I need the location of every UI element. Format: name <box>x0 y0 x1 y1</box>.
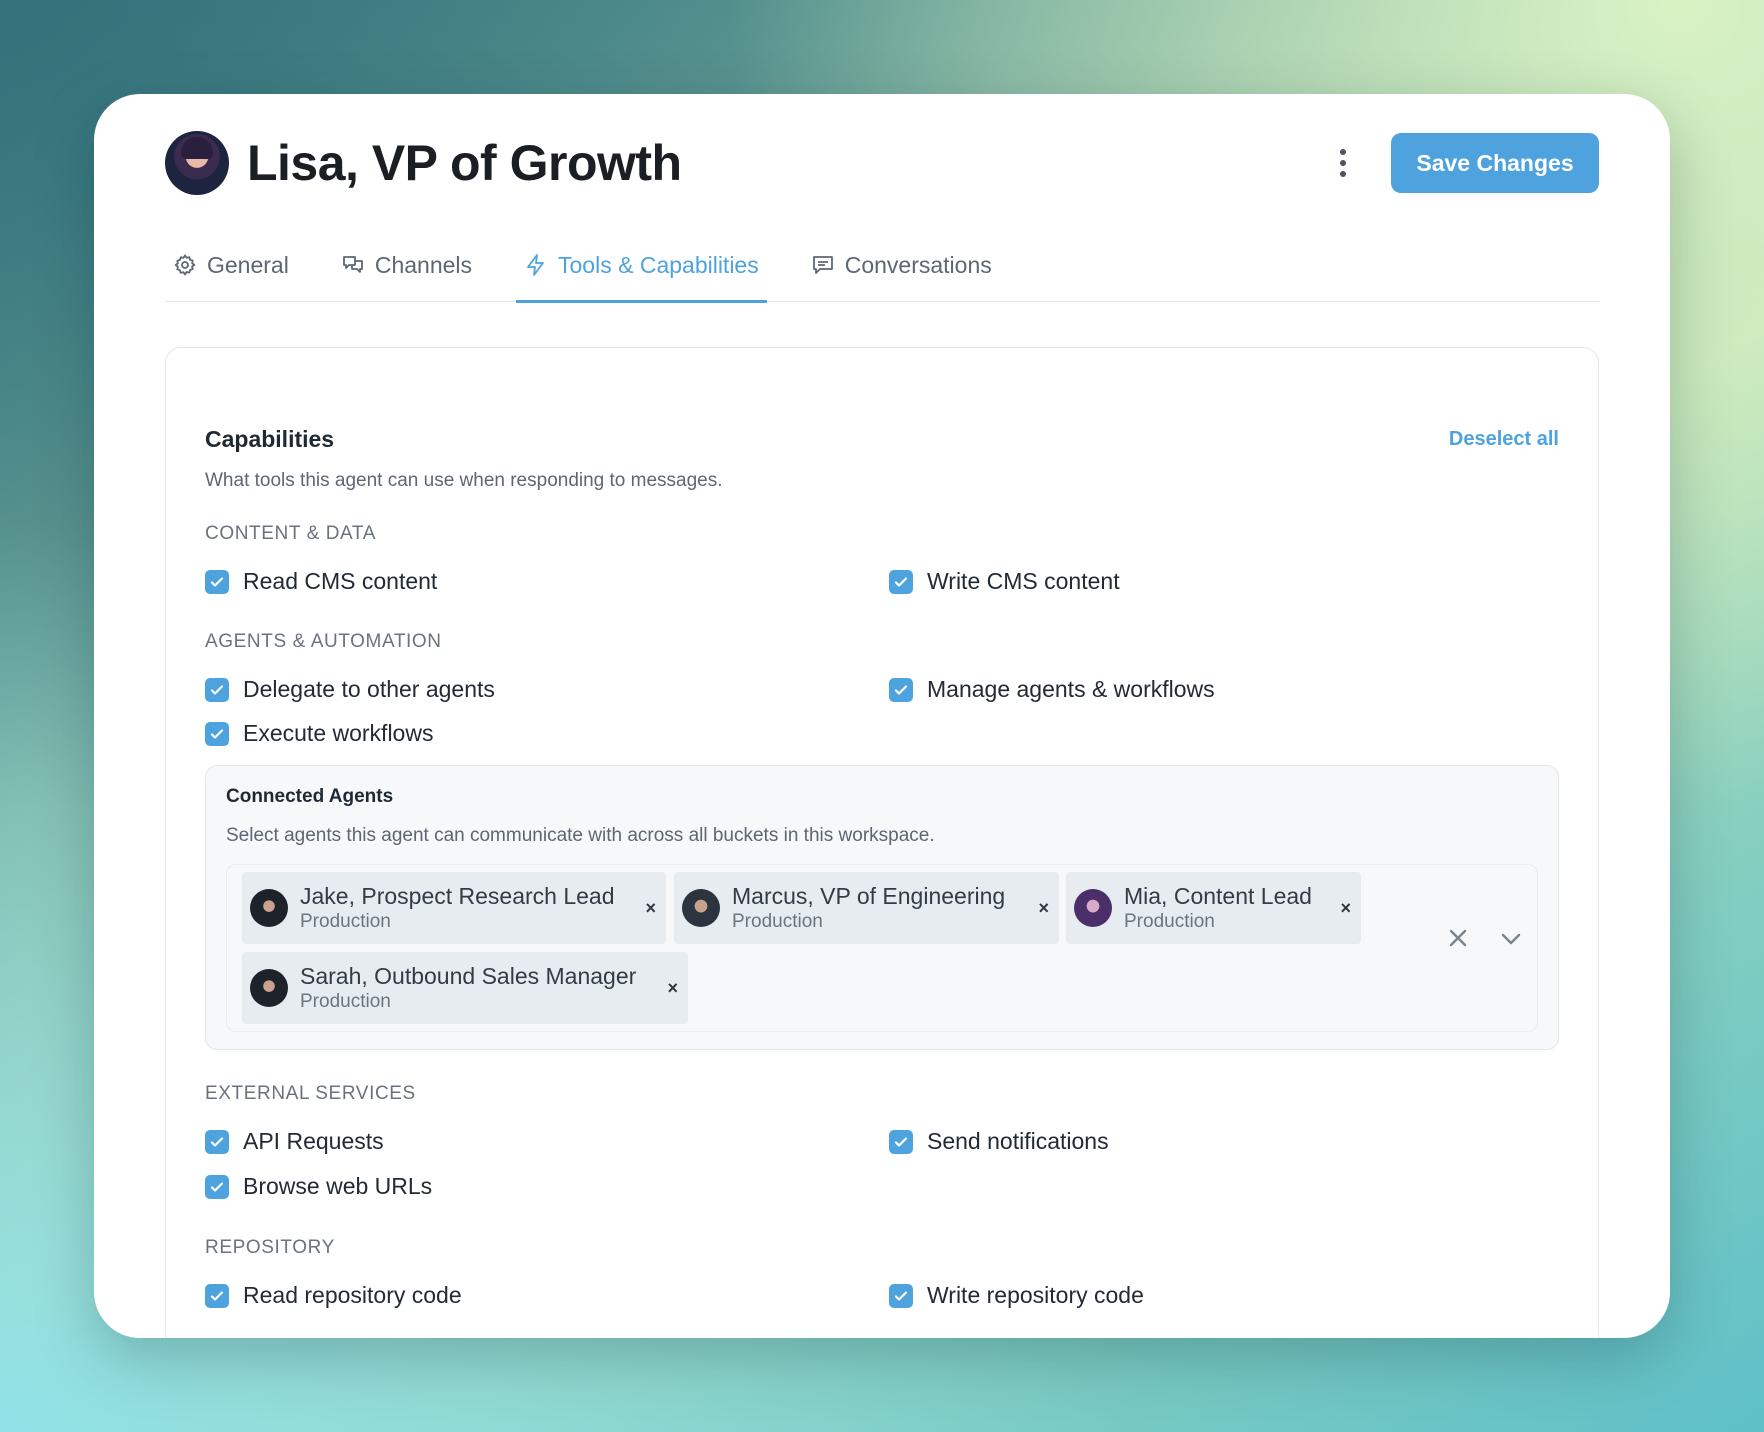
checkbox-browse-web-urls[interactable]: Browse web URLs <box>205 1173 432 1200</box>
checkbox-label: Delegate to other agents <box>243 676 495 702</box>
clear-all-icon[interactable] <box>1447 927 1469 949</box>
checkbox-checked-icon <box>889 569 913 594</box>
checkbox-checked-icon <box>205 1174 229 1199</box>
checkbox-checked-icon <box>889 1283 913 1308</box>
tab-label: Conversations <box>844 251 992 278</box>
group-label-agents-automation: AGENTS & AUTOMATION <box>205 631 442 652</box>
tab-label: General <box>207 251 289 278</box>
section-title: Capabilities <box>205 426 335 452</box>
checkbox-execute-workflows[interactable]: Execute workflows <box>205 720 433 747</box>
remove-agent-icon[interactable]: × <box>1340 898 1351 919</box>
checkbox-delegate-agents[interactable]: Delegate to other agents <box>205 676 495 703</box>
group-label-repository: REPOSITORY <box>205 1237 335 1258</box>
agent-name: Jake, Prospect Research Lead <box>300 883 615 909</box>
avatar <box>250 889 288 927</box>
checkbox-manage-agents-workflows[interactable]: Manage agents & workflows <box>889 676 1215 703</box>
avatar <box>250 969 288 1007</box>
checkbox-label: Write repository code <box>927 1282 1144 1308</box>
checkbox-checked-icon <box>205 1129 229 1154</box>
checkbox-label: Browse web URLs <box>243 1173 433 1199</box>
remove-agent-icon[interactable]: × <box>667 978 678 999</box>
avatar <box>1074 889 1112 927</box>
checkbox-checked-icon <box>205 1283 229 1308</box>
page-header: Lisa, VP of Growth Save Changes <box>165 131 1599 195</box>
checkbox-read-repository-code[interactable]: Read repository code <box>205 1282 462 1309</box>
checkbox-checked-icon <box>889 1129 913 1154</box>
tab-channels[interactable]: Channels <box>333 228 480 302</box>
avatar <box>682 889 720 927</box>
checkbox-label: Execute workflows <box>243 720 434 746</box>
agent-chip: Sarah, Outbound Sales Manager Production… <box>242 952 688 1024</box>
checkbox-checked-icon <box>205 721 229 746</box>
checkbox-send-notifications[interactable]: Send notifications <box>889 1128 1109 1155</box>
tab-general[interactable]: General <box>165 228 297 302</box>
tab-conversations[interactable]: Conversations <box>803 228 1000 302</box>
agent-settings-window: Lisa, VP of Growth Save Changes General … <box>94 94 1670 1338</box>
checkbox-checked-icon <box>205 569 229 594</box>
agent-env: Production <box>1124 911 1215 932</box>
checkbox-write-cms-content[interactable]: Write CMS content <box>889 568 1120 595</box>
deselect-all-link[interactable]: Deselect all <box>1449 428 1559 451</box>
connected-agents-title: Connected Agents <box>226 786 394 807</box>
tab-label: Channels <box>374 251 473 278</box>
remove-agent-icon[interactable]: × <box>645 898 656 919</box>
tab-tools-capabilities[interactable]: Tools & Capabilities <box>516 228 767 303</box>
agent-env: Production <box>732 911 823 932</box>
remove-agent-icon[interactable]: × <box>1038 898 1049 919</box>
checkbox-label: Write CMS content <box>927 568 1120 594</box>
checkbox-checked-icon <box>205 677 229 702</box>
checkbox-read-cms-content[interactable]: Read CMS content <box>205 568 437 595</box>
gear-icon <box>174 254 196 276</box>
agent-chip: Mia, Content Lead Production × <box>1066 872 1361 944</box>
agent-name: Marcus, VP of Engineering <box>732 883 1006 909</box>
agent-chip: Jake, Prospect Research Lead Production … <box>242 872 666 944</box>
agent-env: Production <box>300 911 391 932</box>
chevron-down-icon[interactable] <box>1499 929 1523 949</box>
more-options-icon[interactable] <box>1325 138 1361 188</box>
agent-name: Sarah, Outbound Sales Manager <box>300 963 637 989</box>
checkbox-label: Read repository code <box>243 1282 462 1308</box>
tab-bar: General Channels Tools & Capabilities Co… <box>165 228 1599 303</box>
agents-multiselect[interactable]: Jake, Prospect Research Lead Production … <box>226 864 1538 1032</box>
group-label-external-services: EXTERNAL SERVICES <box>205 1083 416 1104</box>
agent-chip: Marcus, VP of Engineering Production × <box>674 872 1059 944</box>
checkbox-label: Send notifications <box>927 1128 1109 1154</box>
message-icon <box>812 256 833 274</box>
save-changes-button[interactable]: Save Changes <box>1391 133 1599 193</box>
checkbox-label: API Requests <box>243 1128 384 1154</box>
agent-env: Production <box>300 991 391 1012</box>
avatar <box>165 131 229 195</box>
connected-agents-description: Select agents this agent can communicate… <box>226 825 935 846</box>
checkbox-write-repository-code[interactable]: Write repository code <box>889 1282 1144 1309</box>
checkbox-api-requests[interactable]: API Requests <box>205 1128 384 1155</box>
section-description: What tools this agent can use when respo… <box>205 470 723 491</box>
connected-agents-box: Connected Agents Select agents this agen… <box>205 765 1559 1050</box>
group-label-content-data: CONTENT & DATA <box>205 523 376 544</box>
checkbox-checked-icon <box>889 677 913 702</box>
checkbox-label: Read CMS content <box>243 568 438 594</box>
agent-name: Mia, Content Lead <box>1124 883 1312 909</box>
chat-bubbles-icon <box>342 256 363 273</box>
page-title: Lisa, VP of Growth <box>247 135 682 191</box>
checkbox-label: Manage agents & workflows <box>927 676 1215 702</box>
capabilities-panel: Capabilities Deselect all What tools thi… <box>165 347 1599 1338</box>
tab-label: Tools & Capabilities <box>558 251 759 278</box>
lightning-icon <box>527 254 544 276</box>
